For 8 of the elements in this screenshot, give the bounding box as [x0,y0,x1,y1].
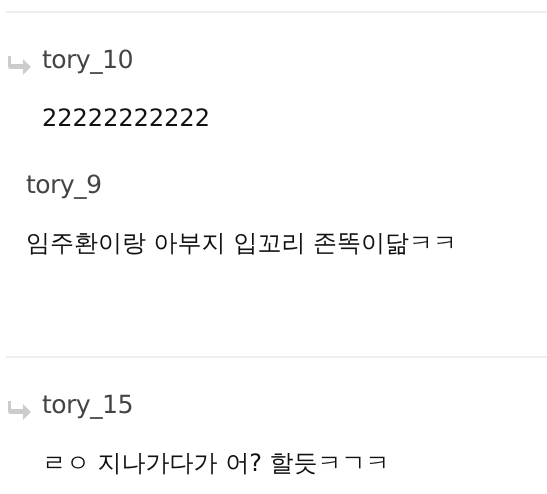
comment-author: tory_10 [42,44,133,76]
reply-arrow-icon [6,54,32,76]
comment-author: tory_15 [42,389,133,421]
reply-arrow-icon [6,399,32,421]
comment-text: 임주환이랑 아부지 입꼬리 존똑이닮ㅋㅋ [26,228,458,259]
comment-text: ㄹㅇ 지나가다가 어? 할듯ㅋㄱㅋ [41,448,391,479]
comment-author: tory_9 [26,169,102,201]
comment-text: 22222222222 [41,103,211,134]
